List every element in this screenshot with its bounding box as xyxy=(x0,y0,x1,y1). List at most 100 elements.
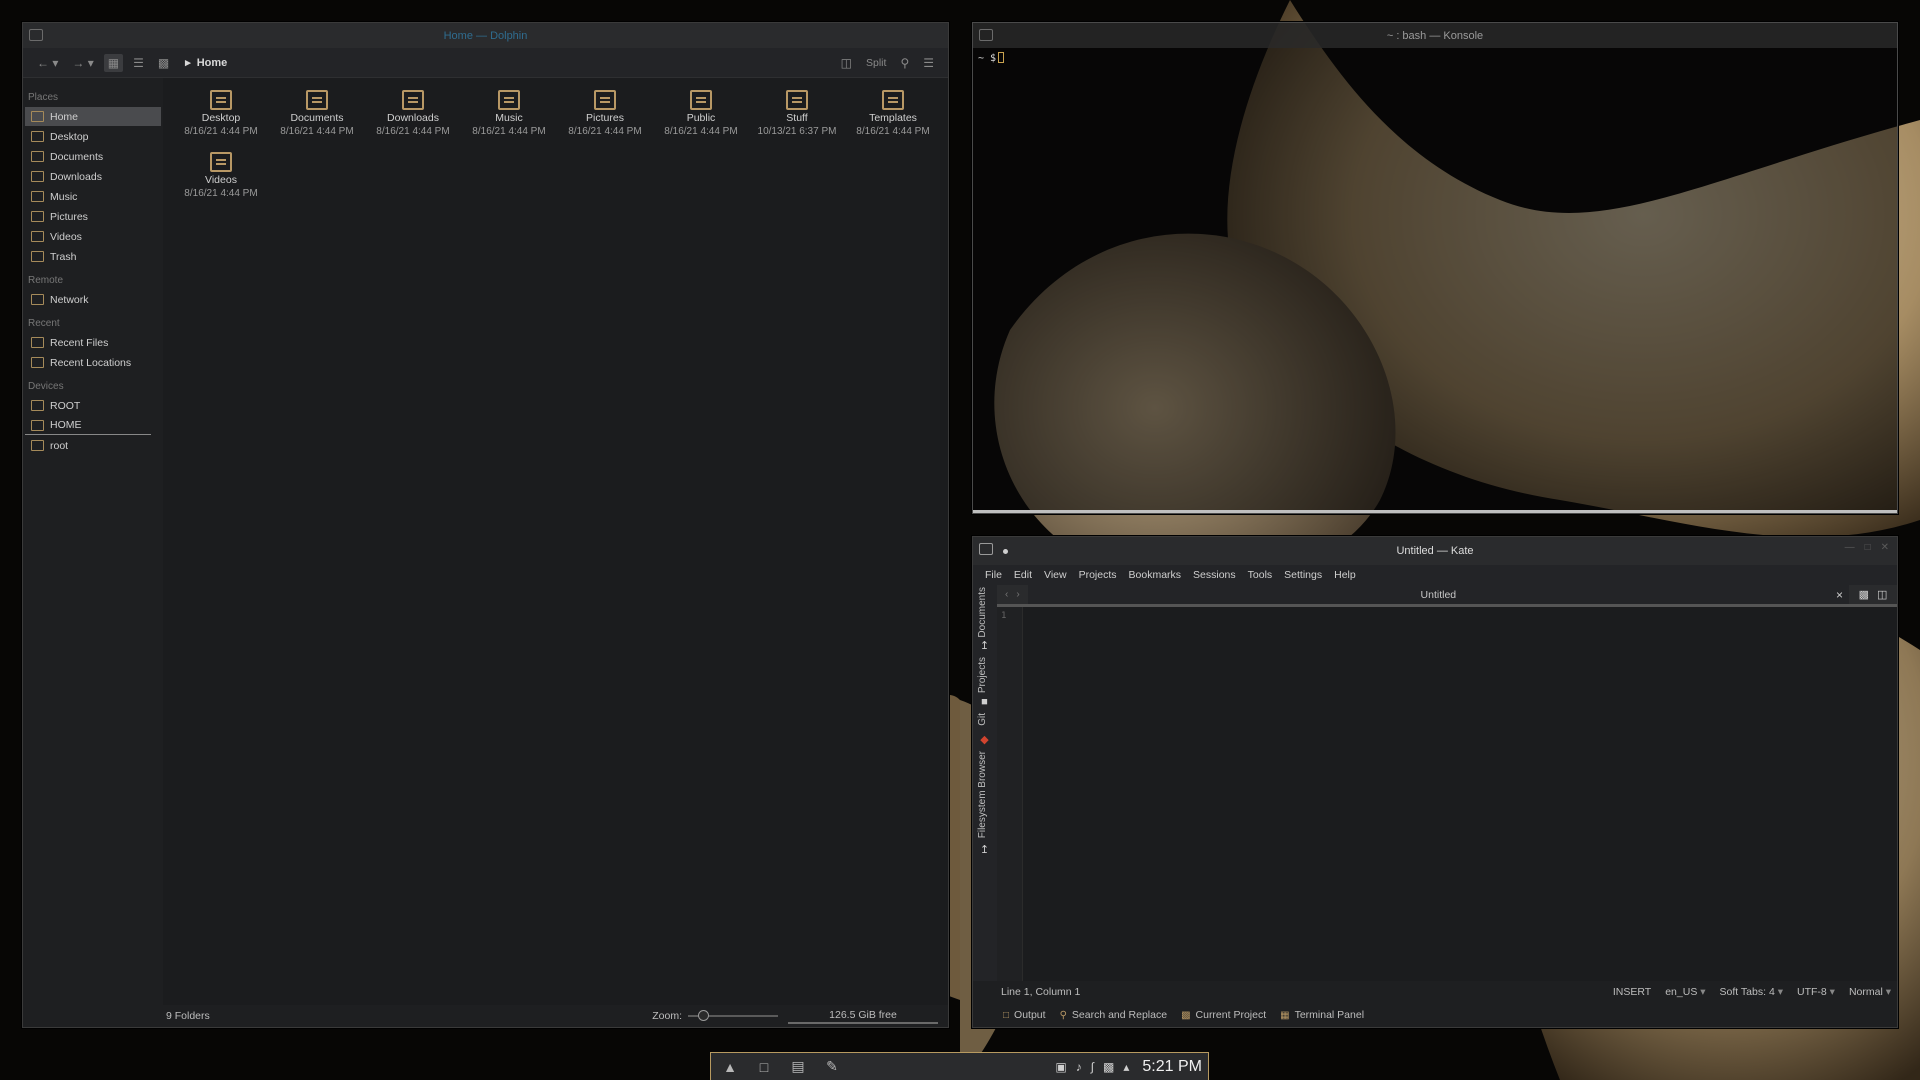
back-icon[interactable]: ← ▾ xyxy=(33,54,62,72)
folder-icon[interactable]: ■ xyxy=(979,697,990,708)
app-launcher-icon[interactable]: ▲ xyxy=(717,1056,743,1078)
konsole-icon[interactable]: ▤ xyxy=(785,1056,811,1078)
search-icon[interactable]: ⚲ xyxy=(896,54,913,72)
folder-item-desktop[interactable]: Desktop 8/16/21 4:44 PM xyxy=(173,90,269,152)
places-section-header: Devices xyxy=(28,381,64,392)
clipboard-icon[interactable]: ▣ xyxy=(1055,1060,1066,1074)
tool-search-replace-button[interactable]: ⚲ Search and Replace xyxy=(1060,1009,1167,1021)
breadcrumb[interactable]: ▸ Home xyxy=(185,56,228,70)
places-item-documents[interactable]: Documents xyxy=(25,147,161,166)
folder-item-stuff[interactable]: Stuff 10/13/21 6:37 PM xyxy=(749,90,845,152)
text-editor-area[interactable] xyxy=(1023,607,1897,981)
dictionary-selector[interactable]: en_US xyxy=(1665,986,1705,998)
dolphin-titlebar[interactable]: Home — Dolphin xyxy=(23,23,948,48)
menu-projects[interactable]: Projects xyxy=(1073,569,1123,581)
places-item-pictures[interactable]: Pictures xyxy=(25,207,161,226)
menu-edit[interactable]: Edit xyxy=(1008,569,1038,581)
display-icon[interactable]: ▩ xyxy=(1103,1060,1114,1074)
document-tab[interactable]: Untitled × xyxy=(1027,585,1849,604)
folder-item-downloads[interactable]: Downloads 8/16/21 4:44 PM xyxy=(365,90,461,152)
kate-titlebar[interactable]: Untitled — Kate — □ ✕ xyxy=(973,537,1897,565)
places-item-home[interactable]: Home xyxy=(25,107,161,126)
sidebar-tab-filesystem-browser[interactable]: Filesystem Browser xyxy=(977,751,988,838)
volume-icon[interactable]: ♪ xyxy=(1076,1060,1082,1074)
menu-tools[interactable]: Tools xyxy=(1242,569,1279,581)
quick-open-icon[interactable]: ▩ xyxy=(1859,588,1869,601)
indentation-selector[interactable]: Soft Tabs: 4 xyxy=(1720,986,1783,998)
places-item-downloads[interactable]: Downloads xyxy=(25,167,161,186)
input-mode-indicator[interactable]: INSERT xyxy=(1613,986,1651,998)
menu-settings[interactable]: Settings xyxy=(1278,569,1328,581)
maximize-icon[interactable]: □ xyxy=(1865,542,1871,553)
menu-view[interactable]: View xyxy=(1038,569,1073,581)
close-icon[interactable]: ✕ xyxy=(1881,542,1889,553)
folder-date: 8/16/21 4:44 PM xyxy=(184,126,258,137)
folder-item-public[interactable]: Public 8/16/21 4:44 PM xyxy=(653,90,749,152)
tab-prev-icon[interactable]: ‹ xyxy=(997,589,1016,600)
kate-icon[interactable]: ✎ xyxy=(819,1056,845,1078)
encoding-selector[interactable]: UTF-8 xyxy=(1797,986,1835,998)
places-item-root[interactable]: root xyxy=(25,436,161,455)
places-item-home[interactable]: HOME xyxy=(25,416,151,435)
folder-name: Music xyxy=(495,112,523,124)
menu-sessions[interactable]: Sessions xyxy=(1187,569,1242,581)
upload-icon[interactable]: ↥ xyxy=(979,641,990,652)
details-view-button[interactable]: ☰ xyxy=(129,54,148,72)
places-item-network[interactable]: Network xyxy=(25,290,161,309)
split-icon[interactable]: ◫ xyxy=(837,54,856,72)
places-section-header: Remote xyxy=(28,275,64,286)
cursor-position[interactable]: Line 1, Column 1 xyxy=(1001,986,1080,998)
line-number-gutter: 1 xyxy=(997,607,1023,981)
window-menu-icon[interactable] xyxy=(979,29,993,41)
breadcrumb-home[interactable]: Home xyxy=(197,57,228,69)
split-view-icon[interactable]: ◫ xyxy=(1877,588,1887,601)
hamburger-menu-icon[interactable]: ☰ xyxy=(919,54,938,72)
folder-item-videos[interactable]: Videos 8/16/21 4:44 PM xyxy=(173,152,269,214)
folder-date: 8/16/21 4:44 PM xyxy=(472,126,546,137)
sidebar-tab-projects[interactable]: Projects xyxy=(977,657,988,693)
menu-help[interactable]: Help xyxy=(1328,569,1362,581)
kate-app-icon[interactable] xyxy=(979,543,993,555)
places-item-videos[interactable]: Videos xyxy=(25,227,161,246)
expand-tray-icon[interactable]: ▴ xyxy=(1123,1060,1129,1074)
places-item-trash[interactable]: Trash xyxy=(25,247,161,266)
git-icon[interactable]: ◆ xyxy=(979,735,990,746)
places-item-desktop[interactable]: Desktop xyxy=(25,127,161,146)
folder-item-templates[interactable]: Templates 8/16/21 4:44 PM xyxy=(845,90,941,152)
split-button[interactable]: Split xyxy=(862,55,890,71)
free-space-indicator[interactable]: 126.5 GiB free xyxy=(788,1009,938,1024)
file-view[interactable]: Desktop 8/16/21 4:44 PM Documents 8/16/21 4… xyxy=(163,78,948,1005)
upload-icon[interactable]: ↥ xyxy=(979,845,990,856)
folder-item-documents[interactable]: Documents 8/16/21 4:44 PM xyxy=(269,90,365,152)
menu-bookmarks[interactable]: Bookmarks xyxy=(1123,569,1188,581)
clock[interactable]: 5:21 PM xyxy=(1142,1058,1202,1076)
tool-terminal-panel-button[interactable]: ▦ Terminal Panel xyxy=(1280,1009,1364,1021)
icons-view-button[interactable]: ▦ xyxy=(103,53,124,72)
menu-file[interactable]: File xyxy=(979,569,1008,581)
tool-current-project-button[interactable]: ▩ Current Project xyxy=(1181,1009,1266,1021)
places-item-root[interactable]: ROOT xyxy=(25,396,161,415)
places-item-music[interactable]: Music xyxy=(25,187,161,206)
close-tab-icon[interactable]: × xyxy=(1836,588,1843,602)
konsole-titlebar[interactable]: ~ : bash — Konsole xyxy=(973,23,1897,48)
zoom-slider-handle[interactable] xyxy=(698,1010,709,1021)
folder-item-pictures[interactable]: Pictures 8/16/21 4:44 PM xyxy=(557,90,653,152)
folder-date: 8/16/21 4:44 PM xyxy=(568,126,642,137)
forward-icon[interactable]: → ▾ xyxy=(68,54,97,72)
sidebar-tab-git[interactable]: Git xyxy=(977,713,988,726)
compact-view-button[interactable]: ▩ xyxy=(154,54,173,72)
places-item-recent-files[interactable]: Recent Files xyxy=(25,333,161,352)
sidebar-tab-documents[interactable]: Documents xyxy=(977,587,988,638)
editor-view[interactable]: 1 xyxy=(997,607,1897,981)
terminal-area[interactable]: ~ $ xyxy=(973,48,1897,513)
folder-item-music[interactable]: Music 8/16/21 4:44 PM xyxy=(461,90,557,152)
minimize-icon[interactable]: — xyxy=(1845,542,1855,553)
window-menu-icon[interactable] xyxy=(29,29,43,41)
zoom-slider[interactable] xyxy=(688,1010,778,1021)
mode-selector[interactable]: Normal xyxy=(1849,986,1891,998)
bluetooth-icon[interactable]: ∫ xyxy=(1091,1060,1094,1074)
tool-output-button[interactable]: □ Output xyxy=(1003,1009,1046,1021)
places-item-recent-locations[interactable]: Recent Locations xyxy=(25,353,161,372)
tab-next-icon[interactable]: › xyxy=(1016,589,1027,600)
dolphin-icon[interactable]: □ xyxy=(751,1056,777,1078)
